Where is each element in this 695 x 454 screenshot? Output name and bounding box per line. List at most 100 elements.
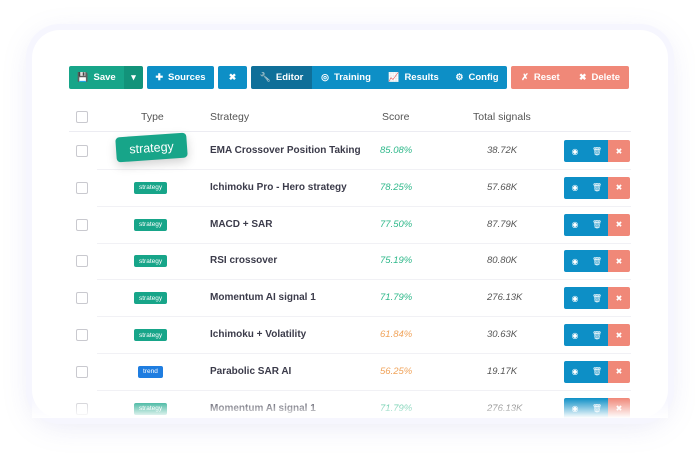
results-label: Results [404, 72, 439, 83]
bottom-fade [32, 398, 668, 418]
table-row[interactable]: strategy RSI crossover 75.19% 80.80K ◉ 🗑… [69, 243, 631, 281]
row-actions: ◉ 🗑 ✖ [564, 213, 630, 236]
remove-button[interactable]: ✖ [608, 287, 630, 310]
row-checkbox[interactable] [76, 145, 88, 157]
close-icon: ✖ [615, 367, 623, 377]
trash-button[interactable]: 🗑 [586, 360, 608, 383]
strategy-name: EMA Crossover Position Taking [210, 145, 361, 156]
close-icon: ✖ [228, 72, 237, 82]
row-checkbox[interactable] [76, 218, 88, 231]
close-icon: ✖ [615, 146, 623, 156]
trash-button[interactable]: 🗑 [586, 324, 608, 346]
view-button[interactable]: ◉ [564, 360, 586, 383]
close-icon: ✖ [615, 293, 623, 303]
strategy-name: Ichimoku Pro - Hero strategy [210, 181, 347, 193]
close-icon: ✖ [578, 72, 587, 82]
score-column-header[interactable]: Score [382, 111, 409, 123]
row-checkbox[interactable] [76, 255, 88, 268]
trash-button[interactable]: 🗑 [586, 250, 608, 273]
row-actions: ◉ 🗑 ✖ [564, 176, 630, 199]
score-value: 71.79% [380, 292, 413, 304]
view-button[interactable]: ◉ [564, 324, 586, 346]
trash-icon: 🗑 [591, 183, 603, 193]
view-button[interactable]: ◉ [564, 287, 586, 310]
trash-icon: 🗑 [591, 293, 603, 303]
signals-column-header[interactable]: Total signals [473, 111, 531, 123]
strategy-name: Ichimoku + Volatility [210, 329, 307, 340]
row-actions: ◉ 🗑 ✖ [564, 250, 630, 273]
table-row[interactable]: strategy Ichimoku + Volatility 61.84% 30… [69, 317, 631, 354]
row-checkbox[interactable] [76, 365, 88, 378]
score-value: 56.25% [380, 365, 413, 377]
table-row[interactable]: strategy MACD + SAR 77.50% 87.79K ◉ 🗑 ✖ [69, 207, 631, 244]
config-label: Config [468, 72, 499, 83]
score-value: 77.50% [380, 218, 413, 230]
close-icon: ✖ [615, 220, 623, 230]
view-button[interactable]: ◉ [564, 140, 586, 162]
table-header: Type Strategy Score Total signals [69, 102, 631, 132]
row-checkbox[interactable] [76, 292, 88, 305]
score-value: 61.84% [380, 329, 413, 340]
strategy-column-header[interactable]: Strategy [210, 111, 249, 123]
eye-icon: ◉ [571, 293, 579, 303]
trash-button[interactable]: 🗑 [586, 213, 608, 236]
row-actions: ◉ 🗑 ✖ [564, 360, 630, 383]
row-checkbox[interactable] [76, 181, 88, 194]
tab-results[interactable]: 📈 Results [380, 66, 447, 89]
tab-editor[interactable]: 🔧 Editor [251, 66, 312, 89]
trash-button[interactable]: 🗑 [586, 140, 608, 162]
remove-button[interactable]: ✖ [608, 213, 630, 236]
trash-button[interactable]: 🗑 [586, 176, 608, 199]
remove-button[interactable]: ✖ [608, 176, 630, 199]
remove-button[interactable]: ✖ [608, 360, 630, 383]
view-button[interactable]: ◉ [564, 250, 586, 273]
signals-value: 19.17K [487, 365, 518, 377]
sources-button[interactable]: ✚ Sources [147, 66, 214, 89]
row-checkbox[interactable] [76, 329, 88, 341]
strategy-name: MACD + SAR [210, 218, 273, 230]
remove-button[interactable]: ✖ [608, 140, 630, 162]
close-button[interactable]: ✖ [218, 66, 247, 89]
score-value: 78.25% [380, 181, 413, 193]
reset-button[interactable]: ✗ Reset [511, 66, 570, 89]
signals-value: 57.68K [487, 181, 518, 193]
trash-icon: 🗑 [591, 330, 603, 340]
row-actions: ◉ 🗑 ✖ [564, 287, 630, 310]
editor-label: Editor [275, 72, 304, 83]
eye-icon: ◉ [571, 367, 579, 377]
remove-button[interactable]: ✖ [608, 324, 630, 346]
eye-icon: ◉ [571, 330, 579, 340]
sources-label: Sources [168, 72, 206, 83]
strategy-name: Momentum AI signal 1 [210, 292, 316, 304]
toolbar: 💾 Save ▾ ✚ Sources ✖ 🔧 Editor ◎ Training… [69, 66, 629, 89]
type-column-header[interactable]: Type [141, 111, 164, 123]
trash-button[interactable]: 🗑 [586, 287, 608, 310]
caret-down-icon: ▾ [131, 72, 136, 82]
table-row[interactable]: trend Parabolic SAR AI 56.25% 19.17K ◉ 🗑… [69, 354, 631, 391]
table-row[interactable]: strategy Momentum AI signal 1 71.79% 276… [69, 280, 631, 318]
delete-button[interactable]: ✖ Delete [570, 66, 629, 89]
type-badge: strategy [134, 181, 168, 194]
signals-value: 276.13K [487, 292, 523, 304]
trash-icon: 🗑 [591, 256, 603, 266]
save-button[interactable]: 💾 Save [69, 66, 124, 89]
score-value: 85.08% [380, 145, 413, 156]
view-button[interactable]: ◉ [564, 176, 586, 199]
save-label: Save [93, 72, 116, 83]
row-actions: ◉ 🗑 ✖ [564, 140, 630, 162]
view-button[interactable]: ◉ [564, 213, 586, 236]
chart-line-icon: 📈 [388, 72, 400, 82]
select-all-checkbox[interactable] [76, 111, 88, 123]
remove-button[interactable]: ✖ [608, 250, 630, 273]
dragged-type-badge[interactable]: strategy [115, 132, 188, 163]
training-label: Training [333, 72, 371, 83]
signals-value: 80.80K [487, 255, 518, 267]
tab-training[interactable]: ◎ Training [312, 66, 380, 89]
tab-config[interactable]: ⚙ Config [447, 66, 507, 89]
table-row[interactable]: strategy Ichimoku Pro - Hero strategy 78… [69, 170, 631, 207]
signals-value: 30.63K [487, 329, 518, 340]
save-dropdown-button[interactable]: ▾ [124, 66, 143, 89]
delete-label: Delete [591, 72, 621, 83]
gear-icon: ⚙ [455, 72, 464, 82]
eye-icon: ◉ [571, 220, 579, 230]
